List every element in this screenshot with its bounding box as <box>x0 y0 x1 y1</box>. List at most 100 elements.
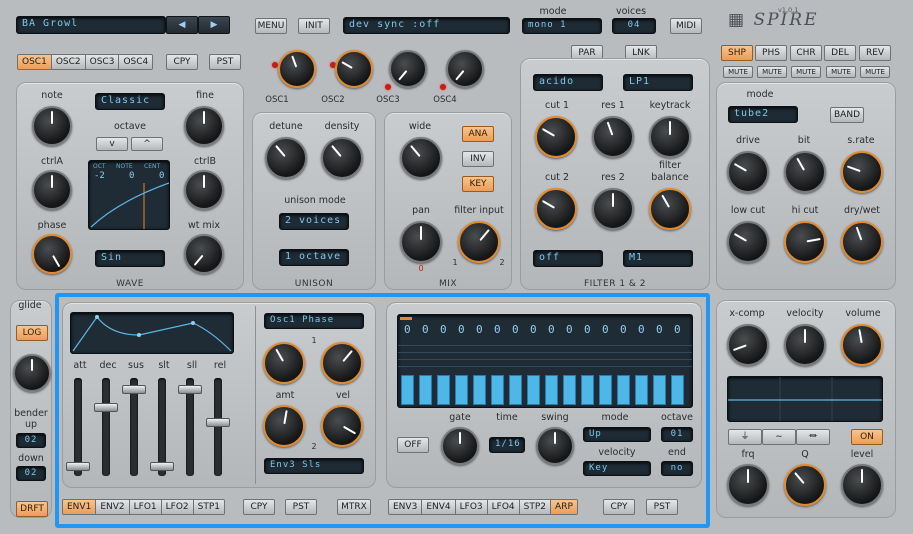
tab-env4[interactable]: ENV4 <box>422 500 456 514</box>
tab-arp[interactable]: ARP <box>551 500 577 514</box>
bit-knob[interactable] <box>784 151 826 193</box>
fx-tab-del[interactable]: DEL <box>824 45 856 61</box>
preset-next-button[interactable]: ▶ <box>198 16 230 34</box>
step-value[interactable]: 0 <box>620 323 627 336</box>
step-value[interactable]: 0 <box>638 323 645 336</box>
ctrlb-knob[interactable] <box>184 170 224 210</box>
step-value[interactable]: 0 <box>548 323 555 336</box>
gate-knob[interactable] <box>441 427 479 465</box>
step-bar[interactable] <box>455 375 468 405</box>
tab-stp2[interactable]: STP2 <box>519 500 552 514</box>
fine-knob[interactable] <box>184 106 224 146</box>
env-sll-fader-cap[interactable] <box>178 385 202 395</box>
keytrack-knob[interactable] <box>649 116 691 158</box>
midi-button[interactable]: MIDI <box>670 18 702 34</box>
tab-env3[interactable]: ENV3 <box>389 500 423 514</box>
osc4-level-knob[interactable] <box>446 50 484 88</box>
level-knob[interactable] <box>841 464 883 506</box>
step-value[interactable]: 0 <box>530 323 537 336</box>
arp-octave-display[interactable]: 01 <box>661 427 693 442</box>
pan-knob[interactable] <box>400 221 442 263</box>
unison-octave-display[interactable]: 1 octave <box>279 249 349 266</box>
step-bar[interactable] <box>527 375 540 405</box>
preset-display[interactable]: BA Growl <box>16 16 166 34</box>
step-bar[interactable] <box>671 375 684 405</box>
lowcut-knob[interactable] <box>727 221 769 263</box>
mute-phs-button[interactable]: MUTE <box>757 66 787 78</box>
env-paste-button[interactable]: PST <box>285 499 317 515</box>
step-bar[interactable] <box>581 375 594 405</box>
tab-lfo3[interactable]: LFO3 <box>455 500 488 514</box>
note-knob[interactable] <box>32 106 72 146</box>
arp-copy-button[interactable]: CPY <box>603 499 635 515</box>
env-sus-fader[interactable] <box>122 378 146 476</box>
eq-on-button[interactable]: ON <box>851 429 883 445</box>
osc1-level-knob[interactable] <box>278 50 316 88</box>
step-value[interactable]: 0 <box>422 323 429 336</box>
octave-up-button[interactable]: ^ <box>131 137 163 151</box>
filter2-mode-display[interactable]: M1 <box>623 250 693 267</box>
key-button[interactable]: KEY <box>462 176 494 192</box>
cut2-knob[interactable] <box>535 188 577 230</box>
arp-off-button[interactable]: OFF <box>397 437 429 453</box>
step-bar[interactable] <box>545 375 558 405</box>
srate-knob[interactable] <box>841 151 883 193</box>
step-bar[interactable] <box>419 375 432 405</box>
tab-env1[interactable]: ENV1 <box>63 500 97 514</box>
arp-velocity-display[interactable]: Key <box>583 461 651 476</box>
hicut-knob[interactable] <box>784 221 826 263</box>
env-rel-fader[interactable] <box>206 378 230 476</box>
arp-end-display[interactable]: no <box>661 461 693 476</box>
env-dest1-display[interactable]: Osc1 Phase <box>264 313 364 329</box>
env-vel2-knob[interactable] <box>321 405 363 447</box>
frq-knob[interactable] <box>727 464 769 506</box>
step-value[interactable]: 0 <box>566 323 573 336</box>
wtmix-knob[interactable] <box>184 234 224 274</box>
osc-mode-display[interactable]: Classic <box>95 93 165 110</box>
inv-button[interactable]: INV <box>462 151 494 167</box>
fx-tab-chr[interactable]: CHR <box>790 45 822 61</box>
eq-lowshelf-button[interactable]: ⏚ <box>728 429 762 445</box>
res1-knob[interactable] <box>592 116 634 158</box>
osc3-level-knob[interactable] <box>389 50 427 88</box>
menu-button[interactable]: MENU <box>255 18 287 34</box>
mute-chr-button[interactable]: MUTE <box>791 66 821 78</box>
voice-mode-display[interactable]: mono 1 <box>522 18 602 34</box>
bender-up-display[interactable]: 02 <box>16 433 46 448</box>
step-value[interactable]: 0 <box>440 323 447 336</box>
filter-input-knob[interactable] <box>458 221 500 263</box>
filter1-type-display[interactable]: acido <box>533 74 603 91</box>
fx-tab-phs[interactable]: PHS <box>755 45 787 61</box>
ctrla-knob[interactable] <box>32 170 72 210</box>
log-button[interactable]: LOG <box>16 325 48 341</box>
band-button[interactable]: BAND <box>830 107 864 123</box>
matrix-button[interactable]: MTRX <box>337 499 371 515</box>
env-att-fader-cap[interactable] <box>66 461 90 471</box>
env-sll-fader[interactable] <box>178 378 202 476</box>
env-att-fader[interactable] <box>66 378 90 476</box>
cut1-knob[interactable] <box>535 116 577 158</box>
step-bar[interactable] <box>401 375 414 405</box>
eq-highshelf-button[interactable]: ⏛ <box>796 429 830 445</box>
octave-down-button[interactable]: v <box>96 137 128 151</box>
step-bar[interactable] <box>635 375 648 405</box>
filter1-mode-display[interactable]: off <box>533 250 603 267</box>
step-bar[interactable] <box>599 375 612 405</box>
tab-osc1[interactable]: OSC1 <box>18 55 52 69</box>
volume-knob[interactable] <box>841 324 883 366</box>
eq-peak-button[interactable]: ∼ <box>762 429 796 445</box>
fx-tab-rev[interactable]: REV <box>859 45 891 61</box>
step-bar[interactable] <box>563 375 576 405</box>
arp-mode-display[interactable]: Up <box>583 427 651 442</box>
tab-lfo1[interactable]: LFO1 <box>129 500 162 514</box>
wide-knob[interactable] <box>400 137 442 179</box>
detune-knob[interactable] <box>265 137 307 179</box>
tab-lfo4[interactable]: LFO4 <box>487 500 520 514</box>
tab-osc4[interactable]: OSC4 <box>119 55 153 69</box>
step-value[interactable]: 0 <box>404 323 411 336</box>
mute-shp-button[interactable]: MUTE <box>723 66 753 78</box>
q-knob[interactable] <box>784 464 826 506</box>
tab-osc3[interactable]: OSC3 <box>85 55 120 69</box>
drive-knob[interactable] <box>727 151 769 193</box>
env-amt1-knob[interactable] <box>263 342 305 384</box>
